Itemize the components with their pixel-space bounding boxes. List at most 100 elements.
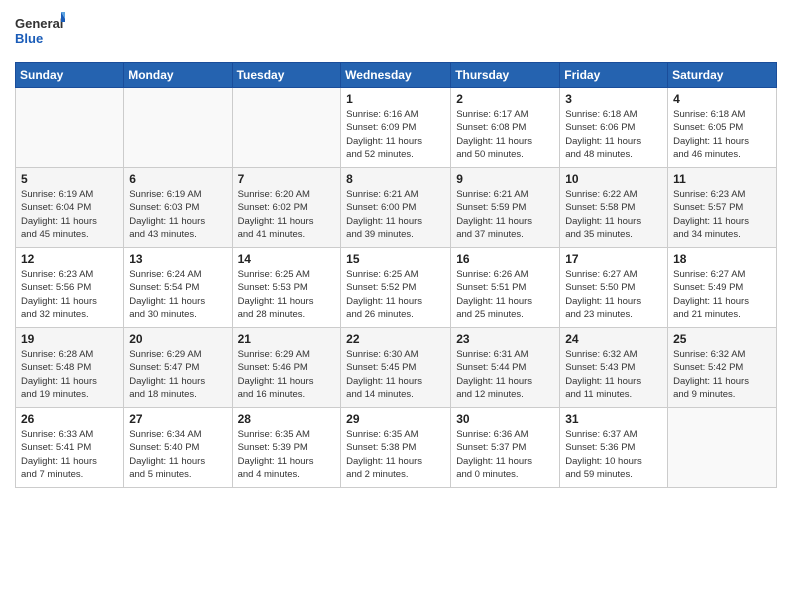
- logo: General Blue: [15, 10, 65, 54]
- calendar-cell: 28Sunrise: 6:35 AM Sunset: 5:39 PM Dayli…: [232, 408, 341, 488]
- calendar-cell: 19 Sunrise: 6:28 AM Sunset: 5:48 PM Dayli…: [16, 328, 124, 408]
- calendar-cell: 6Sunrise: 6:19 AM Sunset: 6:03 PM Daylig…: [124, 168, 232, 248]
- day-number: 30: [456, 412, 554, 426]
- calendar-cell: 23 Sunrise: 6:31 AM Sunset: 5:44 PM Dayli…: [451, 328, 560, 408]
- page-header: General Blue: [15, 10, 777, 54]
- day-number: 22: [346, 332, 445, 346]
- calendar-cell: 1 Sunrise: 6:16 AM Sunset: 6:09 PM Daylig…: [341, 88, 451, 168]
- day-number: 9: [456, 172, 554, 186]
- day-number: 23: [456, 332, 554, 346]
- day-info: Sunrise: 6:37 AM Sunset: 5:36 PM Dayligh…: [565, 428, 662, 481]
- day-number: 12: [21, 252, 118, 266]
- calendar-cell: [124, 88, 232, 168]
- day-number: 19: [21, 332, 118, 346]
- calendar-cell: 22Sunrise: 6:30 AM Sunset: 5:45 PM Dayli…: [341, 328, 451, 408]
- day-info: Sunrise: 6:25 AM Sunset: 5:53 PM Dayligh…: [238, 268, 336, 321]
- calendar-cell: 15Sunrise: 6:25 AM Sunset: 5:52 PM Dayli…: [341, 248, 451, 328]
- day-info: Sunrise: 6:31 AM Sunset: 5:44 PM Dayligh…: [456, 348, 554, 401]
- svg-text:Blue: Blue: [15, 31, 43, 46]
- day-number: 25: [673, 332, 771, 346]
- day-number: 1: [346, 92, 445, 106]
- calendar-cell: 13 Sunrise: 6:24 AM Sunset: 5:54 PM Dayli…: [124, 248, 232, 328]
- day-info: Sunrise: 6:27 AM Sunset: 5:50 PM Dayligh…: [565, 268, 662, 321]
- day-number: 24: [565, 332, 662, 346]
- weekday-header-wednesday: Wednesday: [341, 63, 451, 88]
- day-number: 11: [673, 172, 771, 186]
- day-info: Sunrise: 6:35 AM Sunset: 5:38 PM Dayligh…: [346, 428, 445, 481]
- day-info: Sunrise: 6:21 AM Sunset: 5:59 PM Dayligh…: [456, 188, 554, 241]
- day-number: 14: [238, 252, 336, 266]
- day-info: Sunrise: 6:32 AM Sunset: 5:43 PM Dayligh…: [565, 348, 662, 401]
- calendar-cell: [16, 88, 124, 168]
- calendar-cell: [232, 88, 341, 168]
- day-number: 4: [673, 92, 771, 106]
- calendar-cell: 21 Sunrise: 6:29 AM Sunset: 5:46 PM Dayli…: [232, 328, 341, 408]
- day-info: Sunrise: 6:22 AM Sunset: 5:58 PM Dayligh…: [565, 188, 662, 241]
- logo-svg: General Blue: [15, 10, 65, 54]
- calendar-week-row: 19 Sunrise: 6:28 AM Sunset: 5:48 PM Dayli…: [16, 328, 777, 408]
- calendar-cell: 20 Sunrise: 6:29 AM Sunset: 5:47 PM Dayli…: [124, 328, 232, 408]
- day-info: Sunrise: 6:33 AM Sunset: 5:41 PM Dayligh…: [21, 428, 118, 481]
- calendar-cell: 30 Sunrise: 6:36 AM Sunset: 5:37 PM Dayli…: [451, 408, 560, 488]
- day-number: 15: [346, 252, 445, 266]
- calendar-cell: 16Sunrise: 6:26 AM Sunset: 5:51 PM Dayli…: [451, 248, 560, 328]
- day-number: 21: [238, 332, 336, 346]
- page-container: General Blue SundayMondayTuesdayWednesda…: [0, 0, 792, 498]
- day-number: 26: [21, 412, 118, 426]
- calendar-week-row: 1 Sunrise: 6:16 AM Sunset: 6:09 PM Daylig…: [16, 88, 777, 168]
- calendar-week-row: 12 Sunrise: 6:23 AM Sunset: 5:56 PM Dayli…: [16, 248, 777, 328]
- calendar-cell: 26 Sunrise: 6:33 AM Sunset: 5:41 PM Dayli…: [16, 408, 124, 488]
- weekday-header-sunday: Sunday: [16, 63, 124, 88]
- calendar-cell: 24 Sunrise: 6:32 AM Sunset: 5:43 PM Dayli…: [560, 328, 668, 408]
- day-number: 17: [565, 252, 662, 266]
- calendar-cell: 17 Sunrise: 6:27 AM Sunset: 5:50 PM Dayli…: [560, 248, 668, 328]
- day-number: 8: [346, 172, 445, 186]
- calendar-cell: 2Sunrise: 6:17 AM Sunset: 6:08 PM Daylig…: [451, 88, 560, 168]
- day-info: Sunrise: 6:16 AM Sunset: 6:09 PM Dayligh…: [346, 108, 445, 161]
- calendar-cell: 11 Sunrise: 6:23 AM Sunset: 5:57 PM Dayli…: [668, 168, 777, 248]
- day-info: Sunrise: 6:32 AM Sunset: 5:42 PM Dayligh…: [673, 348, 771, 401]
- calendar-cell: 31Sunrise: 6:37 AM Sunset: 5:36 PM Dayli…: [560, 408, 668, 488]
- calendar-week-row: 5Sunrise: 6:19 AM Sunset: 6:04 PM Daylig…: [16, 168, 777, 248]
- day-number: 29: [346, 412, 445, 426]
- calendar-table: SundayMondayTuesdayWednesdayThursdayFrid…: [15, 62, 777, 488]
- calendar-cell: 3 Sunrise: 6:18 AM Sunset: 6:06 PM Daylig…: [560, 88, 668, 168]
- day-info: Sunrise: 6:24 AM Sunset: 5:54 PM Dayligh…: [129, 268, 226, 321]
- calendar-cell: 9 Sunrise: 6:21 AM Sunset: 5:59 PM Daylig…: [451, 168, 560, 248]
- weekday-header-friday: Friday: [560, 63, 668, 88]
- day-number: 16: [456, 252, 554, 266]
- calendar-header-row: SundayMondayTuesdayWednesdayThursdayFrid…: [16, 63, 777, 88]
- day-info: Sunrise: 6:29 AM Sunset: 5:46 PM Dayligh…: [238, 348, 336, 401]
- day-info: Sunrise: 6:23 AM Sunset: 5:57 PM Dayligh…: [673, 188, 771, 241]
- calendar-cell: 8 Sunrise: 6:21 AM Sunset: 6:00 PM Daylig…: [341, 168, 451, 248]
- calendar-week-row: 26 Sunrise: 6:33 AM Sunset: 5:41 PM Dayli…: [16, 408, 777, 488]
- calendar-cell: 10 Sunrise: 6:22 AM Sunset: 5:58 PM Dayli…: [560, 168, 668, 248]
- day-number: 13: [129, 252, 226, 266]
- svg-text:General: General: [15, 16, 63, 31]
- day-info: Sunrise: 6:34 AM Sunset: 5:40 PM Dayligh…: [129, 428, 226, 481]
- weekday-header-monday: Monday: [124, 63, 232, 88]
- day-info: Sunrise: 6:18 AM Sunset: 6:06 PM Dayligh…: [565, 108, 662, 161]
- day-info: Sunrise: 6:36 AM Sunset: 5:37 PM Dayligh…: [456, 428, 554, 481]
- day-number: 3: [565, 92, 662, 106]
- calendar-cell: 29 Sunrise: 6:35 AM Sunset: 5:38 PM Dayli…: [341, 408, 451, 488]
- day-number: 2: [456, 92, 554, 106]
- weekday-header-tuesday: Tuesday: [232, 63, 341, 88]
- day-info: Sunrise: 6:35 AM Sunset: 5:39 PM Dayligh…: [238, 428, 336, 481]
- day-info: Sunrise: 6:21 AM Sunset: 6:00 PM Dayligh…: [346, 188, 445, 241]
- day-number: 18: [673, 252, 771, 266]
- calendar-cell: 25 Sunrise: 6:32 AM Sunset: 5:42 PM Dayli…: [668, 328, 777, 408]
- day-number: 20: [129, 332, 226, 346]
- calendar-cell: 12 Sunrise: 6:23 AM Sunset: 5:56 PM Dayli…: [16, 248, 124, 328]
- day-number: 10: [565, 172, 662, 186]
- day-number: 7: [238, 172, 336, 186]
- weekday-header-saturday: Saturday: [668, 63, 777, 88]
- day-info: Sunrise: 6:28 AM Sunset: 5:48 PM Dayligh…: [21, 348, 118, 401]
- day-info: Sunrise: 6:23 AM Sunset: 5:56 PM Dayligh…: [21, 268, 118, 321]
- day-info: Sunrise: 6:20 AM Sunset: 6:02 PM Dayligh…: [238, 188, 336, 241]
- day-info: Sunrise: 6:29 AM Sunset: 5:47 PM Dayligh…: [129, 348, 226, 401]
- day-info: Sunrise: 6:27 AM Sunset: 5:49 PM Dayligh…: [673, 268, 771, 321]
- calendar-cell: [668, 408, 777, 488]
- day-info: Sunrise: 6:19 AM Sunset: 6:04 PM Dayligh…: [21, 188, 118, 241]
- day-number: 27: [129, 412, 226, 426]
